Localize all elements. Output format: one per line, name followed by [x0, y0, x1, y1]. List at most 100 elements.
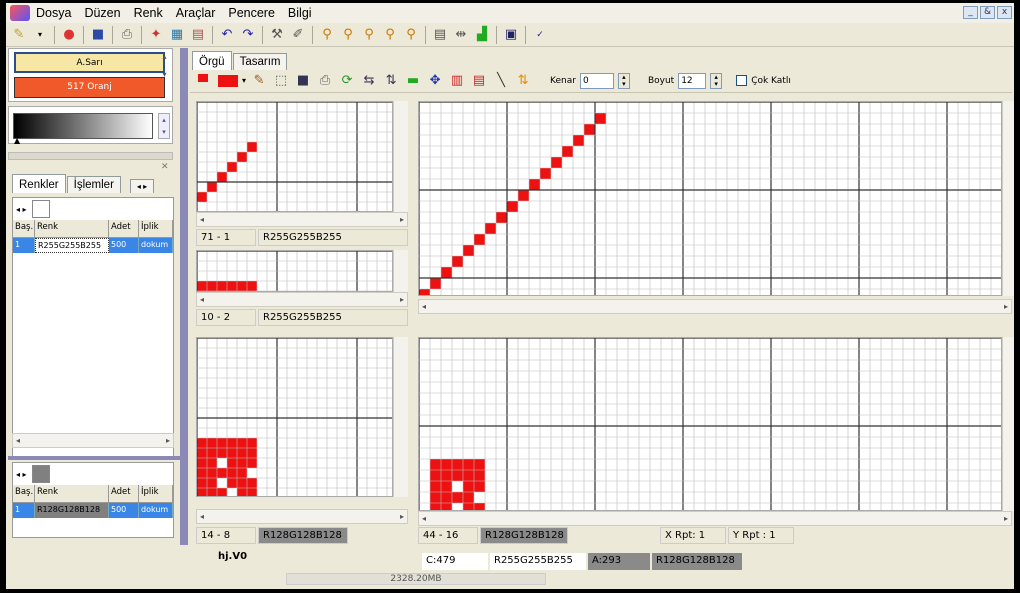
header-iplik[interactable]: İplik: [139, 485, 173, 502]
nav-arrows-icon[interactable]: ◂ ▸: [16, 205, 27, 214]
table-icon[interactable]: ▣: [502, 26, 520, 44]
vscroll[interactable]: [1002, 101, 1014, 296]
kenar-input[interactable]: 0: [579, 72, 614, 89]
nav-arrows-icon[interactable]: ◂ ▸: [16, 470, 27, 479]
rotate-icon[interactable]: ⟳: [338, 72, 356, 90]
color-fill-icon[interactable]: [218, 74, 238, 87]
color-swatch-white[interactable]: [31, 200, 50, 218]
undo-icon[interactable]: ↶: [218, 26, 236, 44]
chart-icon[interactable]: ▟: [473, 26, 491, 44]
tab-renkler[interactable]: Renkler: [12, 174, 66, 193]
painted-cell: [474, 459, 485, 470]
gradient-bar[interactable]: [13, 113, 153, 139]
pattern-grid-bottom-left[interactable]: [196, 337, 398, 499]
menu-dosya[interactable]: Dosya: [36, 6, 71, 20]
header-bas[interactable]: Baş.: [13, 485, 35, 502]
pencil-icon[interactable]: ✎: [250, 72, 268, 90]
ruler-horizontal-icon[interactable]: ▤: [470, 72, 488, 90]
swap-icon[interactable]: ⇅: [514, 72, 532, 90]
select-rect-icon[interactable]: ⬚: [272, 72, 290, 90]
menu-bilgi[interactable]: Bilgi: [288, 6, 312, 20]
users-icon[interactable]: ●: [60, 26, 78, 44]
gradient-marker-icon[interactable]: ▲: [14, 136, 20, 145]
pattern-grid-strip[interactable]: [196, 250, 398, 292]
table1-hscroll[interactable]: ◂ ▸: [12, 433, 174, 448]
palette-color-2[interactable]: 517 Oranj: [14, 77, 165, 98]
color-swatch-gray[interactable]: [31, 465, 50, 483]
close-button[interactable]: x: [997, 6, 1012, 19]
document-icon[interactable]: ▤: [431, 26, 449, 44]
close-pane-icon[interactable]: ✕: [161, 162, 169, 172]
ruler-vertical-icon[interactable]: ▥: [448, 72, 466, 90]
tool-icon[interactable]: ✦: [147, 26, 165, 44]
tab-orgu[interactable]: Örgü: [192, 51, 232, 70]
move-icon[interactable]: ✥: [426, 72, 444, 90]
table-row[interactable]: 1 R128G128B128 500 dokum: [13, 503, 173, 518]
pattern-grid-large[interactable]: [418, 101, 1003, 301]
hscroll[interactable]: ◂ ▸: [196, 292, 408, 307]
menu-duzen[interactable]: Düzen: [84, 6, 120, 20]
ruler-icon[interactable]: ⇹: [452, 26, 470, 44]
hscroll[interactable]: ◂ ▸: [418, 511, 1012, 526]
wrench-icon[interactable]: ⚒: [268, 26, 286, 44]
painted-cell: [441, 492, 452, 503]
pattern-grid-large-bottom[interactable]: [418, 337, 1003, 515]
minimize-button[interactable]: _: [963, 6, 978, 19]
save-small-icon[interactable]: ■: [294, 72, 312, 90]
header-renk[interactable]: Renk: [35, 220, 109, 237]
dropdown-icon[interactable]: ▾: [31, 26, 49, 44]
vertical-splitter[interactable]: [180, 48, 188, 580]
table-row[interactable]: 1 R255G255B255 500 dokum: [13, 238, 173, 253]
hscroll[interactable]: ◂ ▸: [196, 212, 408, 227]
redo-icon[interactable]: ↷: [239, 26, 257, 44]
tab-tasarim[interactable]: Tasarım: [232, 53, 288, 70]
zoom-actual-icon[interactable]: ⚲: [381, 26, 399, 44]
h-splitter[interactable]: [8, 456, 186, 460]
header-adet[interactable]: Adet: [109, 485, 139, 502]
brush-icon[interactable]: ✐: [289, 26, 307, 44]
zoom-fit-icon[interactable]: ⚲: [360, 26, 378, 44]
palette-scroll[interactable]: ▴ ▾: [159, 52, 170, 98]
menu-renk[interactable]: Renk: [134, 6, 163, 20]
palette-bar-icon[interactable]: ▬: [404, 72, 422, 90]
splitter-bar[interactable]: [8, 152, 173, 160]
line-icon[interactable]: ╲: [492, 72, 510, 90]
header-renk[interactable]: Renk: [35, 485, 109, 502]
menu-araclar[interactable]: Araçlar: [176, 6, 216, 20]
painted-cell: [227, 438, 237, 448]
restore-button[interactable]: &: [980, 6, 995, 19]
vscroll[interactable]: [1002, 337, 1014, 511]
header-iplik[interactable]: İplik: [139, 220, 173, 237]
pattern-grid-small[interactable]: [196, 101, 398, 213]
layers-icon[interactable]: ▤: [189, 26, 207, 44]
zoom-out-icon[interactable]: ⚲: [339, 26, 357, 44]
boyut-spinner[interactable]: ▴ ▾: [710, 72, 723, 89]
header-adet[interactable]: Adet: [109, 220, 139, 237]
spellcheck-icon[interactable]: ✓: [531, 26, 549, 44]
boyut-input[interactable]: 12: [678, 72, 707, 89]
gradient-spinner[interactable]: ▴ ▾: [158, 113, 170, 139]
zoom-in-icon[interactable]: ⚲: [318, 26, 336, 44]
mirror-h-icon[interactable]: ⇆: [360, 72, 378, 90]
palette-color-1[interactable]: A.Sarı: [14, 52, 165, 73]
new-icon[interactable]: ✎: [10, 26, 28, 44]
header-bas[interactable]: Baş.: [13, 220, 35, 237]
print-icon[interactable]: ⎙: [118, 26, 136, 44]
dropdown-icon[interactable]: ▾: [242, 76, 246, 85]
print-small-icon[interactable]: ⎙: [316, 72, 334, 90]
menu-pencere[interactable]: Pencere: [228, 6, 275, 20]
kenar-spinner[interactable]: ▴ ▾: [617, 72, 630, 89]
vscroll[interactable]: [393, 250, 408, 292]
save-icon[interactable]: ■: [89, 26, 107, 44]
mirror-v-icon[interactable]: ⇅: [382, 72, 400, 90]
grid-icon[interactable]: ▦: [168, 26, 186, 44]
hscroll[interactable]: ◂ ▸: [196, 509, 408, 524]
tab-islemler[interactable]: İşlemler: [66, 176, 121, 193]
vscroll[interactable]: [393, 337, 408, 497]
hscroll[interactable]: ◂ ▸: [418, 299, 1012, 314]
color-small-icon[interactable]: [198, 73, 208, 82]
cok-katli-checkbox[interactable]: [736, 75, 748, 86]
zoom-window-icon[interactable]: ⚲: [402, 26, 420, 44]
vscroll[interactable]: [393, 101, 408, 212]
tab-scroll-icon[interactable]: ◂ ▸: [129, 179, 155, 193]
